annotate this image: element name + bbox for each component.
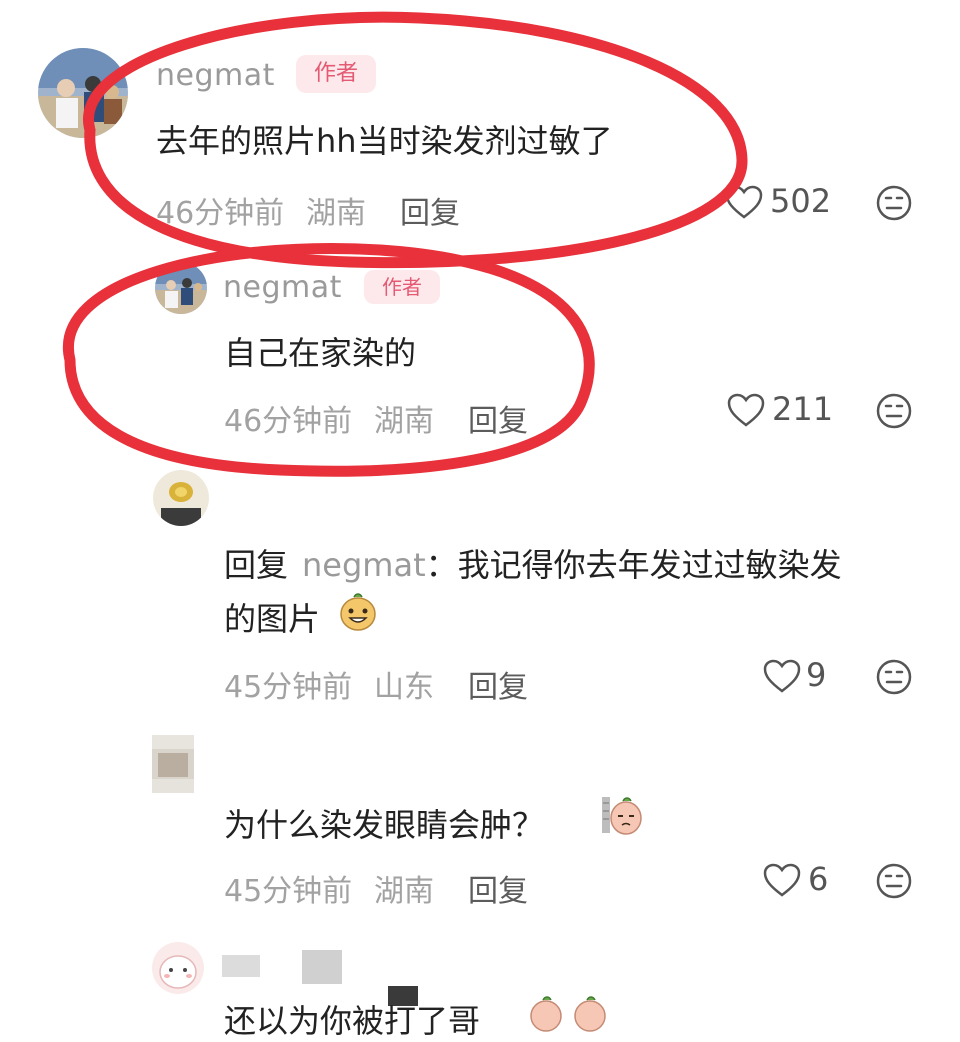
comment-time: 45分钟前 [224, 670, 353, 705]
author-badge: 作者 [296, 55, 376, 93]
user-avatar-food-icon [153, 470, 209, 526]
avatar[interactable] [155, 262, 207, 314]
comment-text: 我记得你去年发过过敏染发 [457, 546, 842, 584]
user-avatar-photo-icon [38, 48, 128, 138]
like-count: 9 [806, 656, 827, 694]
like-count: 6 [808, 860, 829, 898]
comment-username[interactable]: negmat [156, 58, 275, 93]
reply-button[interactable]: 回复 [400, 188, 460, 232]
dislike-face-icon[interactable] [874, 657, 914, 697]
user-avatar-cartoon-icon [152, 942, 204, 994]
avatar[interactable] [153, 470, 209, 526]
comment-location: 湖南 [374, 874, 434, 909]
comment-text: 去年的照片hh当时染发剂过敏了 [156, 122, 613, 160]
comment-time: 45分钟前 [224, 874, 353, 909]
heart-icon[interactable] [726, 392, 766, 428]
comment-location: 湖南 [374, 404, 434, 439]
user-avatar-blurred-icon [152, 735, 194, 793]
peanut-shy-emoji-icon [530, 996, 606, 1032]
avatar[interactable] [152, 942, 204, 994]
blurred-username-block [222, 955, 260, 977]
dislike-face-icon[interactable] [874, 861, 914, 901]
comment-time: 46分钟前 [156, 196, 285, 231]
heart-icon[interactable] [762, 658, 802, 694]
comment-location: 山东 [374, 670, 434, 705]
comment-username[interactable]: negmat [223, 270, 342, 305]
reply-to-username[interactable]: negmat [302, 546, 426, 584]
blurred-username-block [302, 950, 342, 984]
reply-prefix: 回复 [224, 546, 289, 584]
peanut-grin-emoji-icon [340, 593, 376, 631]
comment-text: 自己在家染的 [224, 334, 417, 372]
comment-location: 湖南 [306, 196, 366, 231]
reply-button[interactable]: 回复 [468, 396, 528, 440]
comment-text-line: 回复 negmat：我记得你去年发过过敏染发 [224, 540, 842, 586]
heart-icon[interactable] [762, 862, 802, 898]
comment-text: 的图片 [224, 600, 321, 638]
author-badge: 作者 [364, 270, 440, 304]
avatar[interactable] [152, 735, 194, 793]
reply-button[interactable]: 回复 [468, 866, 528, 910]
avatar[interactable] [38, 48, 128, 138]
dislike-face-icon[interactable] [874, 391, 914, 431]
heart-icon[interactable] [724, 184, 764, 220]
comment-time: 46分钟前 [224, 404, 353, 439]
user-avatar-photo-icon [155, 262, 207, 314]
peanut-sad-emoji-icon [602, 797, 642, 835]
reply-colon: ： [425, 546, 458, 584]
comment-text: 为什么染发眼睛会肿？ [224, 806, 545, 844]
comment-text: 还以为你被打了哥 [224, 1002, 481, 1040]
dislike-face-icon[interactable] [874, 183, 914, 223]
like-count: 502 [770, 182, 832, 220]
reply-button[interactable]: 回复 [468, 662, 528, 706]
like-count: 211 [772, 390, 834, 428]
comment-text-line: 的图片 [224, 594, 320, 640]
